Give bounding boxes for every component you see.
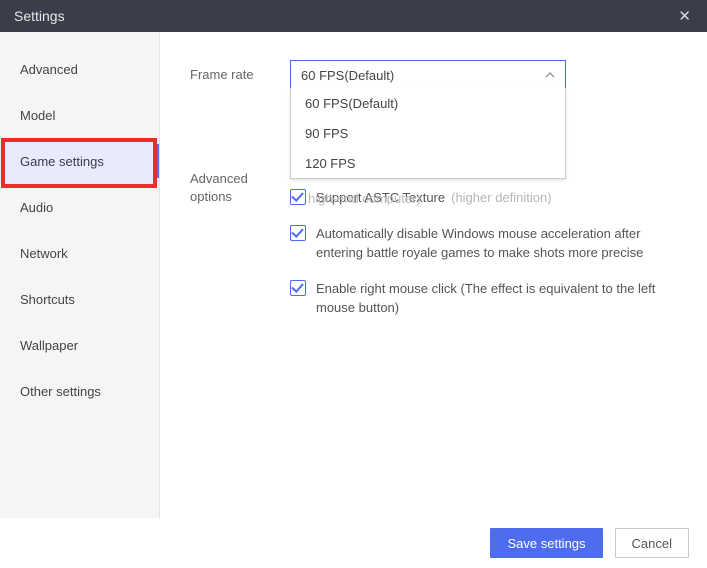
dropdown-option-label: 60 FPS(Default): [305, 96, 398, 111]
sidebar-item-game-settings[interactable]: Game settings: [0, 138, 159, 184]
frame-rate-row: Frame rate 60 FPS(Default): [190, 60, 679, 90]
close-icon[interactable]: ✕: [672, 5, 697, 27]
sidebar-item-shortcuts[interactable]: Shortcuts: [0, 276, 159, 322]
checkbox-astc[interactable]: [290, 189, 306, 205]
frame-rate-select[interactable]: 60 FPS(Default): [290, 60, 566, 90]
sidebar: Advanced Model Game settings Audio Netwo…: [0, 32, 160, 518]
footer: Save settings Cancel: [0, 518, 707, 568]
content-panel: Frame rate 60 FPS(Default) g (suitable f…: [160, 32, 707, 518]
cancel-button[interactable]: Cancel: [615, 528, 689, 558]
advanced-options-field: Support ASTC Texture(higher definition) …: [290, 164, 679, 334]
sidebar-item-label: Wallpaper: [20, 338, 78, 353]
dropdown-option[interactable]: 120 FPS: [291, 148, 565, 178]
sidebar-item-label: Audio: [20, 200, 53, 215]
cancel-button-label: Cancel: [632, 536, 672, 551]
dropdown-option[interactable]: 90 FPS: [291, 118, 565, 148]
sidebar-item-label: Other settings: [20, 384, 101, 399]
advanced-options-label: Advanced options: [190, 164, 290, 206]
sidebar-item-model[interactable]: Model: [0, 92, 159, 138]
sidebar-item-label: Network: [20, 246, 68, 261]
sidebar-item-label: Model: [20, 108, 55, 123]
frame-rate-selected-value: 60 FPS(Default): [301, 68, 394, 83]
save-button-label: Save settings: [507, 536, 585, 551]
frame-rate-field: 60 FPS(Default): [290, 60, 679, 90]
checkbox-mouse-accel[interactable]: [290, 225, 306, 241]
window-title: Settings: [14, 8, 65, 24]
sidebar-item-audio[interactable]: Audio: [0, 184, 159, 230]
dropdown-option-label: 90 FPS: [305, 126, 348, 141]
checkbox-row-right-click: Enable right mouse click (The effect is …: [290, 279, 679, 318]
dropdown-option[interactable]: 60 FPS(Default): [291, 88, 565, 118]
sidebar-item-advanced[interactable]: Advanced: [0, 46, 159, 92]
obscured-hint-line2: high-end computer): [308, 191, 421, 206]
sidebar-item-other-settings[interactable]: Other settings: [0, 368, 159, 414]
save-button[interactable]: Save settings: [490, 528, 602, 558]
sidebar-item-network[interactable]: Network: [0, 230, 159, 276]
sidebar-item-label: Game settings: [20, 154, 104, 169]
body: Advanced Model Game settings Audio Netwo…: [0, 32, 707, 518]
sidebar-item-label: Shortcuts: [20, 292, 75, 307]
titlebar: Settings ✕: [0, 0, 707, 32]
frame-rate-dropdown: 60 FPS(Default) 90 FPS 120 FPS: [290, 88, 566, 179]
dropdown-option-label: 120 FPS: [305, 156, 356, 171]
sidebar-item-label: Advanced: [20, 62, 78, 77]
checkbox-row-mouse-accel: Automatically disable Windows mouse acce…: [290, 224, 679, 263]
checkbox-label: Automatically disable Windows mouse acce…: [316, 224, 679, 263]
sidebar-item-wallpaper[interactable]: Wallpaper: [0, 322, 159, 368]
checkbox-label: Enable right mouse click (The effect is …: [316, 279, 679, 318]
advanced-options-row: Advanced options Support ASTC Texture(hi…: [190, 164, 679, 334]
frame-rate-label: Frame rate: [190, 60, 290, 84]
chevron-up-icon: [545, 72, 555, 78]
checkbox-right-click[interactable]: [290, 280, 306, 296]
